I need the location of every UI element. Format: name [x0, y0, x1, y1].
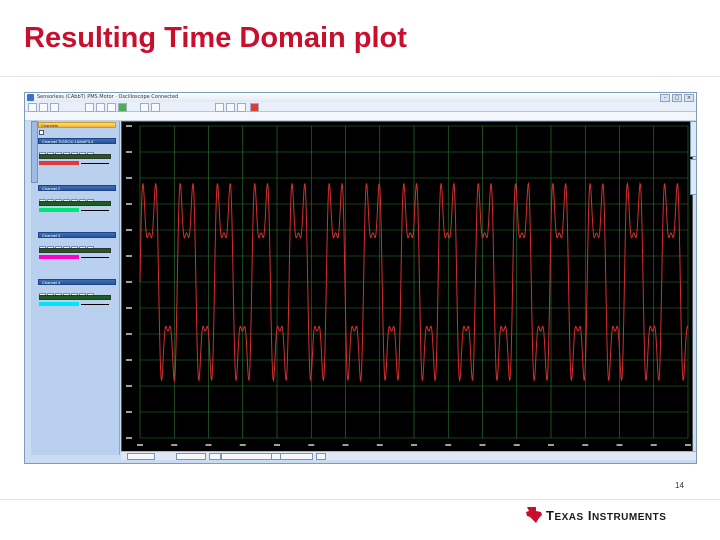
connect-icon[interactable]	[85, 103, 94, 112]
y-tick-label	[126, 437, 132, 439]
channel-option-checkbox[interactable]	[39, 130, 115, 135]
y-tick-label	[126, 151, 132, 153]
x-tick-label	[342, 444, 349, 446]
channel-2: Channel 2	[38, 185, 116, 221]
chart-icon[interactable]	[107, 103, 116, 112]
menu-bar	[25, 112, 696, 121]
channel-1-level-bar[interactable]	[39, 154, 111, 159]
y-tick-label	[126, 125, 132, 127]
app-icon	[27, 94, 34, 101]
channel-4-header[interactable]: Channel 4	[38, 279, 116, 285]
close-button[interactable]: ×	[684, 94, 694, 102]
y-tick-label	[126, 229, 132, 231]
new-icon[interactable]	[28, 103, 37, 112]
channel-2-line-style[interactable]	[81, 210, 109, 211]
x-tick-label	[479, 444, 486, 446]
right-tab[interactable]	[690, 159, 696, 195]
channel-1-line-style[interactable]	[81, 163, 109, 164]
logo-wordmark: TEXAS INSTRUMENTS	[546, 508, 667, 523]
toolbar	[25, 102, 696, 112]
channel-4-line-style[interactable]	[81, 304, 109, 305]
channels-header[interactable]: Channels	[38, 122, 116, 128]
status-field[interactable]	[316, 453, 326, 460]
channel-3-level-bar[interactable]	[39, 248, 111, 253]
y-tick-label	[126, 255, 132, 257]
status-field[interactable]	[271, 453, 281, 460]
texas-instruments-logo: TEXAS INSTRUMENTS	[524, 505, 684, 527]
y-tick-label	[126, 333, 132, 335]
channel-panel: Channels Channel TIGROU 1&M#P3.4 Channel…	[31, 121, 120, 455]
x-tick-label	[513, 444, 520, 446]
y-tick-label	[126, 177, 132, 179]
stop-icon[interactable]	[250, 103, 259, 112]
channel-1-color-swatch[interactable]	[39, 161, 79, 165]
channel-2-color-swatch[interactable]	[39, 208, 79, 212]
x-tick-label	[376, 444, 383, 446]
scroll-slider[interactable]	[221, 453, 313, 460]
settings-icon[interactable]	[96, 103, 105, 112]
x-tick-label	[445, 444, 452, 446]
cursor-icon[interactable]	[215, 103, 224, 112]
slide-title: Resulting Time Domain plot	[24, 22, 407, 54]
channel-2-header[interactable]: Channel 2	[38, 185, 116, 191]
x-tick-labels	[137, 444, 691, 446]
y-tick-label	[126, 411, 132, 413]
checkbox-icon[interactable]	[39, 130, 44, 135]
right-side-tabs	[690, 121, 696, 195]
status-bar	[121, 451, 696, 460]
x-tick-label	[650, 444, 657, 446]
window-titlebar: Sensorless (CAbbT) PMS Motor · Oscillosc…	[25, 93, 696, 102]
channel-3-color-swatch[interactable]	[39, 255, 79, 259]
channel-3-header[interactable]: Channel 3	[38, 232, 116, 238]
right-tab[interactable]	[690, 121, 696, 157]
channel-4-color-swatch[interactable]	[39, 302, 79, 306]
y-tick-label	[126, 281, 132, 283]
x-tick-label	[411, 444, 417, 446]
copy-icon[interactable]	[237, 103, 246, 112]
time-domain-plot[interactable]	[121, 121, 693, 453]
texas-state-icon	[526, 507, 542, 523]
channel-3: Channel 3	[38, 232, 116, 268]
minimize-button[interactable]: –	[660, 94, 670, 102]
title-divider	[0, 76, 720, 77]
y-tick-label	[126, 307, 132, 309]
status-field[interactable]	[209, 453, 221, 460]
run-icon[interactable]	[118, 103, 127, 112]
pan-icon[interactable]	[151, 103, 160, 112]
open-icon[interactable]	[39, 103, 48, 112]
x-tick-label	[548, 444, 554, 446]
side-tab[interactable]	[31, 121, 38, 183]
channel-4: Channel 4	[38, 279, 116, 315]
channel-2-level-bar[interactable]	[39, 201, 111, 206]
x-tick-label	[239, 444, 246, 446]
y-tick-label	[126, 385, 132, 387]
footer-divider	[0, 499, 720, 500]
x-tick-label	[582, 444, 589, 446]
status-field[interactable]	[176, 453, 206, 460]
y-tick-label	[126, 203, 132, 205]
x-tick-label	[137, 444, 143, 446]
x-tick-label	[274, 444, 280, 446]
oscilloscope-app-window: Sensorless (CAbbT) PMS Motor · Oscillosc…	[24, 92, 697, 464]
x-tick-label	[171, 444, 178, 446]
x-tick-label	[616, 444, 623, 446]
measure-icon[interactable]	[226, 103, 235, 112]
x-tick-label	[685, 444, 691, 446]
zoom-icon[interactable]	[140, 103, 149, 112]
plot-canvas	[126, 125, 691, 446]
page-number: 14	[675, 481, 684, 490]
window-title: Sensorless (CAbbT) PMS Motor · Oscillosc…	[37, 94, 179, 100]
maximize-button[interactable]: □	[672, 94, 682, 102]
y-tick-label	[126, 359, 132, 361]
save-icon[interactable]	[50, 103, 59, 112]
x-tick-label	[205, 444, 212, 446]
x-tick-label	[308, 444, 315, 446]
channel-4-level-bar[interactable]	[39, 295, 111, 300]
status-field[interactable]	[127, 453, 155, 460]
channel-3-line-style[interactable]	[81, 257, 109, 258]
channel-1-header[interactable]: Channel TIGROU 1&M#P3.4	[38, 138, 116, 144]
channel-1: Channel TIGROU 1&M#P3.4	[38, 138, 116, 174]
y-tick-labels	[126, 125, 132, 439]
